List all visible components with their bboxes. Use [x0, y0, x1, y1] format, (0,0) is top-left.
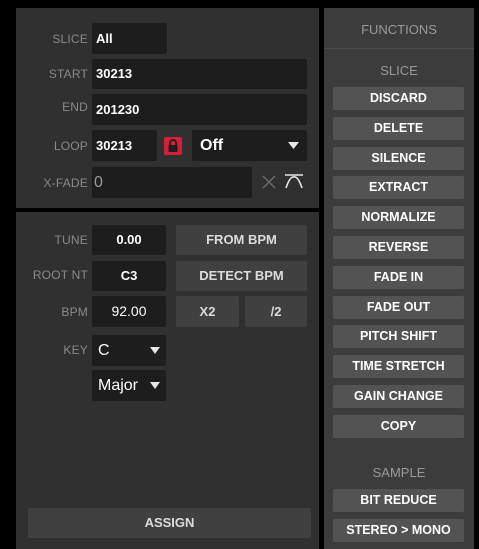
detect-bpm-button[interactable]: DETECT BPM [176, 261, 307, 291]
start-label: START [48, 67, 88, 81]
functions-title: FUNCTIONS [361, 22, 437, 37]
function-button-bit-reduce[interactable]: BIT REDUCE [333, 489, 464, 512]
root-note-value: C3 [120, 268, 138, 283]
loop-mode-value: Off [200, 137, 224, 154]
function-button-silence[interactable]: SILENCE [333, 146, 464, 170]
tune-panel: TUNE 0.00 FROM BPM ROOT NT C3 DETECT BPM… [16, 212, 319, 549]
loop-label: LOOP [53, 139, 88, 153]
sample-section-header: SAMPLE [372, 465, 426, 480]
function-button-discard[interactable]: DISCARD [333, 87, 464, 110]
tune-value: 0.00 [116, 232, 142, 247]
curved-crossfade-icon[interactable] [284, 172, 304, 190]
function-button-copy[interactable]: COPY [333, 414, 464, 438]
key-value: C [98, 342, 110, 359]
functions-panel: FUNCTIONS SLICE DISCARD DELETE SILENCE EXTR… [324, 8, 474, 549]
function-button-reverse[interactable]: REVERSE [333, 236, 464, 259]
lock-icon[interactable] [164, 137, 182, 155]
function-button-pitch-shift[interactable]: PITCH SHIFT [333, 325, 464, 349]
xfade-label: X-FADE [43, 176, 88, 190]
tune-field[interactable]: 0.00 [92, 225, 166, 255]
linear-crossfade-icon[interactable] [262, 175, 276, 189]
function-button-delete[interactable]: DELETE [333, 116, 464, 140]
loop-value: 30213 [96, 138, 133, 153]
start-value: 30213 [96, 66, 133, 81]
end-value: 201230 [96, 102, 140, 117]
chevron-down-icon [150, 347, 160, 354]
function-button-fade-out[interactable]: FADE OUT [333, 295, 464, 319]
lock-icon-glyph [168, 139, 178, 152]
bpm-field[interactable]: 92.00 [92, 296, 166, 327]
root-note-field[interactable]: C3 [92, 261, 166, 291]
scale-value: Major [98, 377, 139, 394]
chevron-down-icon [150, 382, 160, 389]
function-button-stereo-mono[interactable]: STEREO > MONO [333, 519, 464, 542]
x2-button[interactable]: X2 [176, 296, 239, 327]
slice-section-header: SLICE [380, 63, 418, 78]
scale-select[interactable]: Major [92, 370, 166, 401]
end-field[interactable]: 201230 [92, 94, 307, 125]
function-button-extract[interactable]: EXTRACT [333, 176, 464, 200]
function-button-fade-in[interactable]: FADE IN [333, 265, 464, 289]
function-button-gain-change[interactable]: GAIN CHANGE [333, 385, 464, 408]
bpm-value: 92.00 [111, 303, 147, 319]
function-button-normalize[interactable]: NORMALIZE [333, 206, 464, 230]
bpm-label: BPM [61, 305, 88, 319]
from-bpm-button[interactable]: FROM BPM [176, 225, 307, 255]
function-button-time-stretch[interactable]: TIME STRETCH [333, 355, 464, 379]
slice-label: SLICE [52, 32, 88, 46]
half-button[interactable]: /2 [245, 296, 307, 327]
assign-button[interactable]: ASSIGN [28, 508, 311, 538]
root-note-label: ROOT NT [32, 268, 88, 282]
start-field[interactable]: 30213 [92, 59, 307, 89]
xfade-value: 0 [94, 174, 103, 191]
slice-field[interactable]: All [92, 23, 167, 54]
tune-label: TUNE [54, 233, 88, 247]
key-label: KEY [63, 343, 88, 357]
key-select[interactable]: C [92, 335, 166, 366]
end-label: END [62, 100, 88, 114]
xfade-field[interactable]: 0 [92, 167, 252, 198]
slice-panel: SLICE All START 30213 END 201230 LOOP 30… [16, 8, 319, 208]
divider [324, 48, 474, 49]
slice-value: All [96, 31, 113, 46]
loop-mode-select[interactable]: Off [192, 130, 307, 161]
loop-field[interactable]: 30213 [92, 130, 157, 161]
chevron-down-icon [288, 142, 299, 149]
